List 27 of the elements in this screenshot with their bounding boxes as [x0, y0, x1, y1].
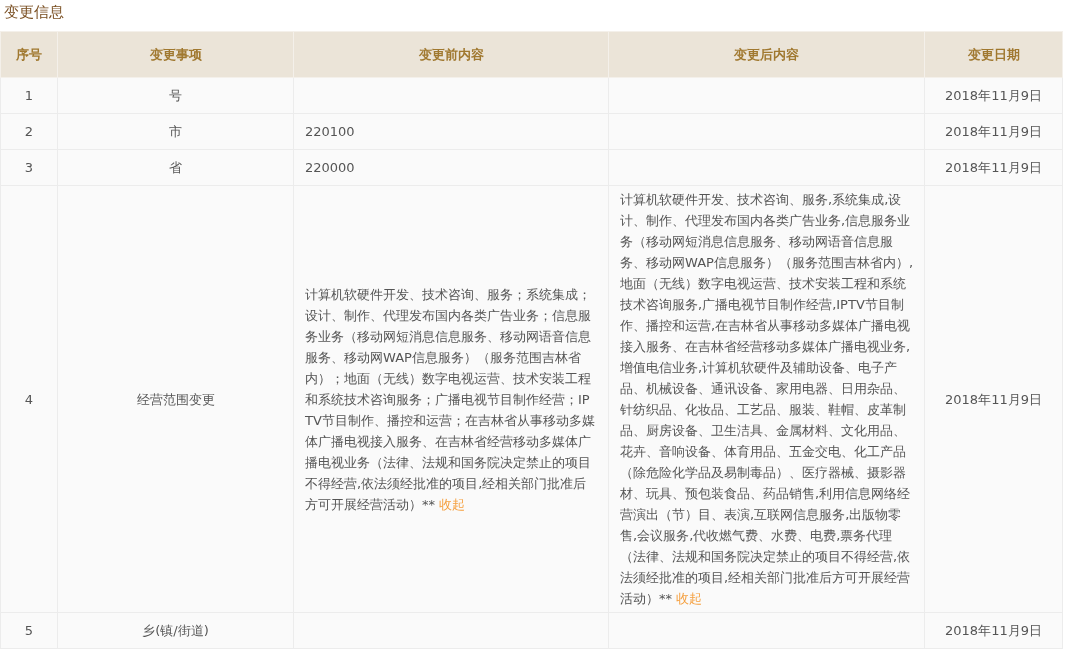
- content-text: 220000: [305, 159, 356, 177]
- content-text: 计算机软硬件开发、技术咨询、服务,系统集成,设计、制作、代理发布国内各类广告业务,信息服务业务（移动网短消息信息服务、移动网语音信息服务、移动网WAP信息服务）（服务范围吉林省内）,地面（无线）数字电视运营、技术安装工程和系统技术咨询服务,广播电视节目制作经营,IPTV节目制作、播控和运营,在吉林省从事移动多媒体广播电视接入服务、在吉林省经营移动多媒体广播电视业务,增值电信业务,计算机软硬件及辅助设备、电子产品、机械设备、通讯设备、家用电器、日用杂品、针纺织品、化妆品、工艺品、服装、鞋帽、皮革制品、厨房设备、卫生洁具、金属材料、文化用品、花卉、音响设备、体育用品、五金交电、化工产品（除危险化学品及易制毒品）、医疗器械、摄影器材、玩具、预包装食品、药品销售,利用信息网络经营演出（节）目、表演,互联网信息服务,出版物零售,会议服务,代收燃气费、水费、电费,票务代理（法律、法规和国务院决定禁止的项目不得经营,依法须经批准的项目,经相关部门批准后方可开展经营活动）** 收起: [620, 191, 913, 608]
- table-cell: 2018年11月9日: [924, 185, 1063, 613]
- content-text: 计算机软硬件开发、技术咨询、服务；系统集成；设计、制作、代理发布国内各类广告业务；信息服务业务（移动网短消息信息服务、移动网语音信息服务、移动网WAP信息服务）（服务范围吉林省内）；地面（无线）数字电视运营、技术安装工程和系统技术咨询服务；广播电视节目制作经营；IPTV节目制作、播控和运营；在吉林省从事移动多媒体广播电视接入服务、在吉林省经营移动多媒体广播电视业务（法律、法规和国务院决定禁止的项目不得经营,依法须经批准的项目,经相关部门批准后方可开展经营活动）** 收起: [305, 285, 596, 514]
- table-cell: 5: [0, 612, 58, 649]
- column-header: 变更日期: [924, 31, 1063, 78]
- table-cell: 号: [57, 77, 294, 114]
- table-cell: 2018年11月9日: [924, 113, 1063, 150]
- column-header: 变更事项: [57, 31, 294, 78]
- table-cell: 2018年11月9日: [924, 149, 1063, 186]
- table-cell: 乡(镇/街道): [57, 612, 294, 649]
- table-cell: 3: [0, 149, 58, 186]
- table-cell: 市: [57, 113, 294, 150]
- collapse-link[interactable]: 收起: [439, 496, 466, 512]
- column-header: 变更后内容: [608, 31, 925, 78]
- table-cell: 经营范围变更: [57, 185, 294, 613]
- column-header: 序号: [0, 31, 58, 78]
- content-text: 220100: [305, 123, 356, 141]
- table-cell: 2018年11月9日: [924, 77, 1063, 114]
- collapse-link[interactable]: 收起: [676, 591, 703, 606]
- table-cell: 2: [0, 113, 58, 150]
- table-cell: 4: [0, 185, 58, 613]
- table-cell: 1: [0, 77, 58, 114]
- table-cell: 省: [57, 149, 294, 186]
- table-cell: 2018年11月9日: [924, 612, 1063, 649]
- column-header: 变更前内容: [293, 31, 609, 78]
- section-title: 变更信息: [3, 2, 65, 23]
